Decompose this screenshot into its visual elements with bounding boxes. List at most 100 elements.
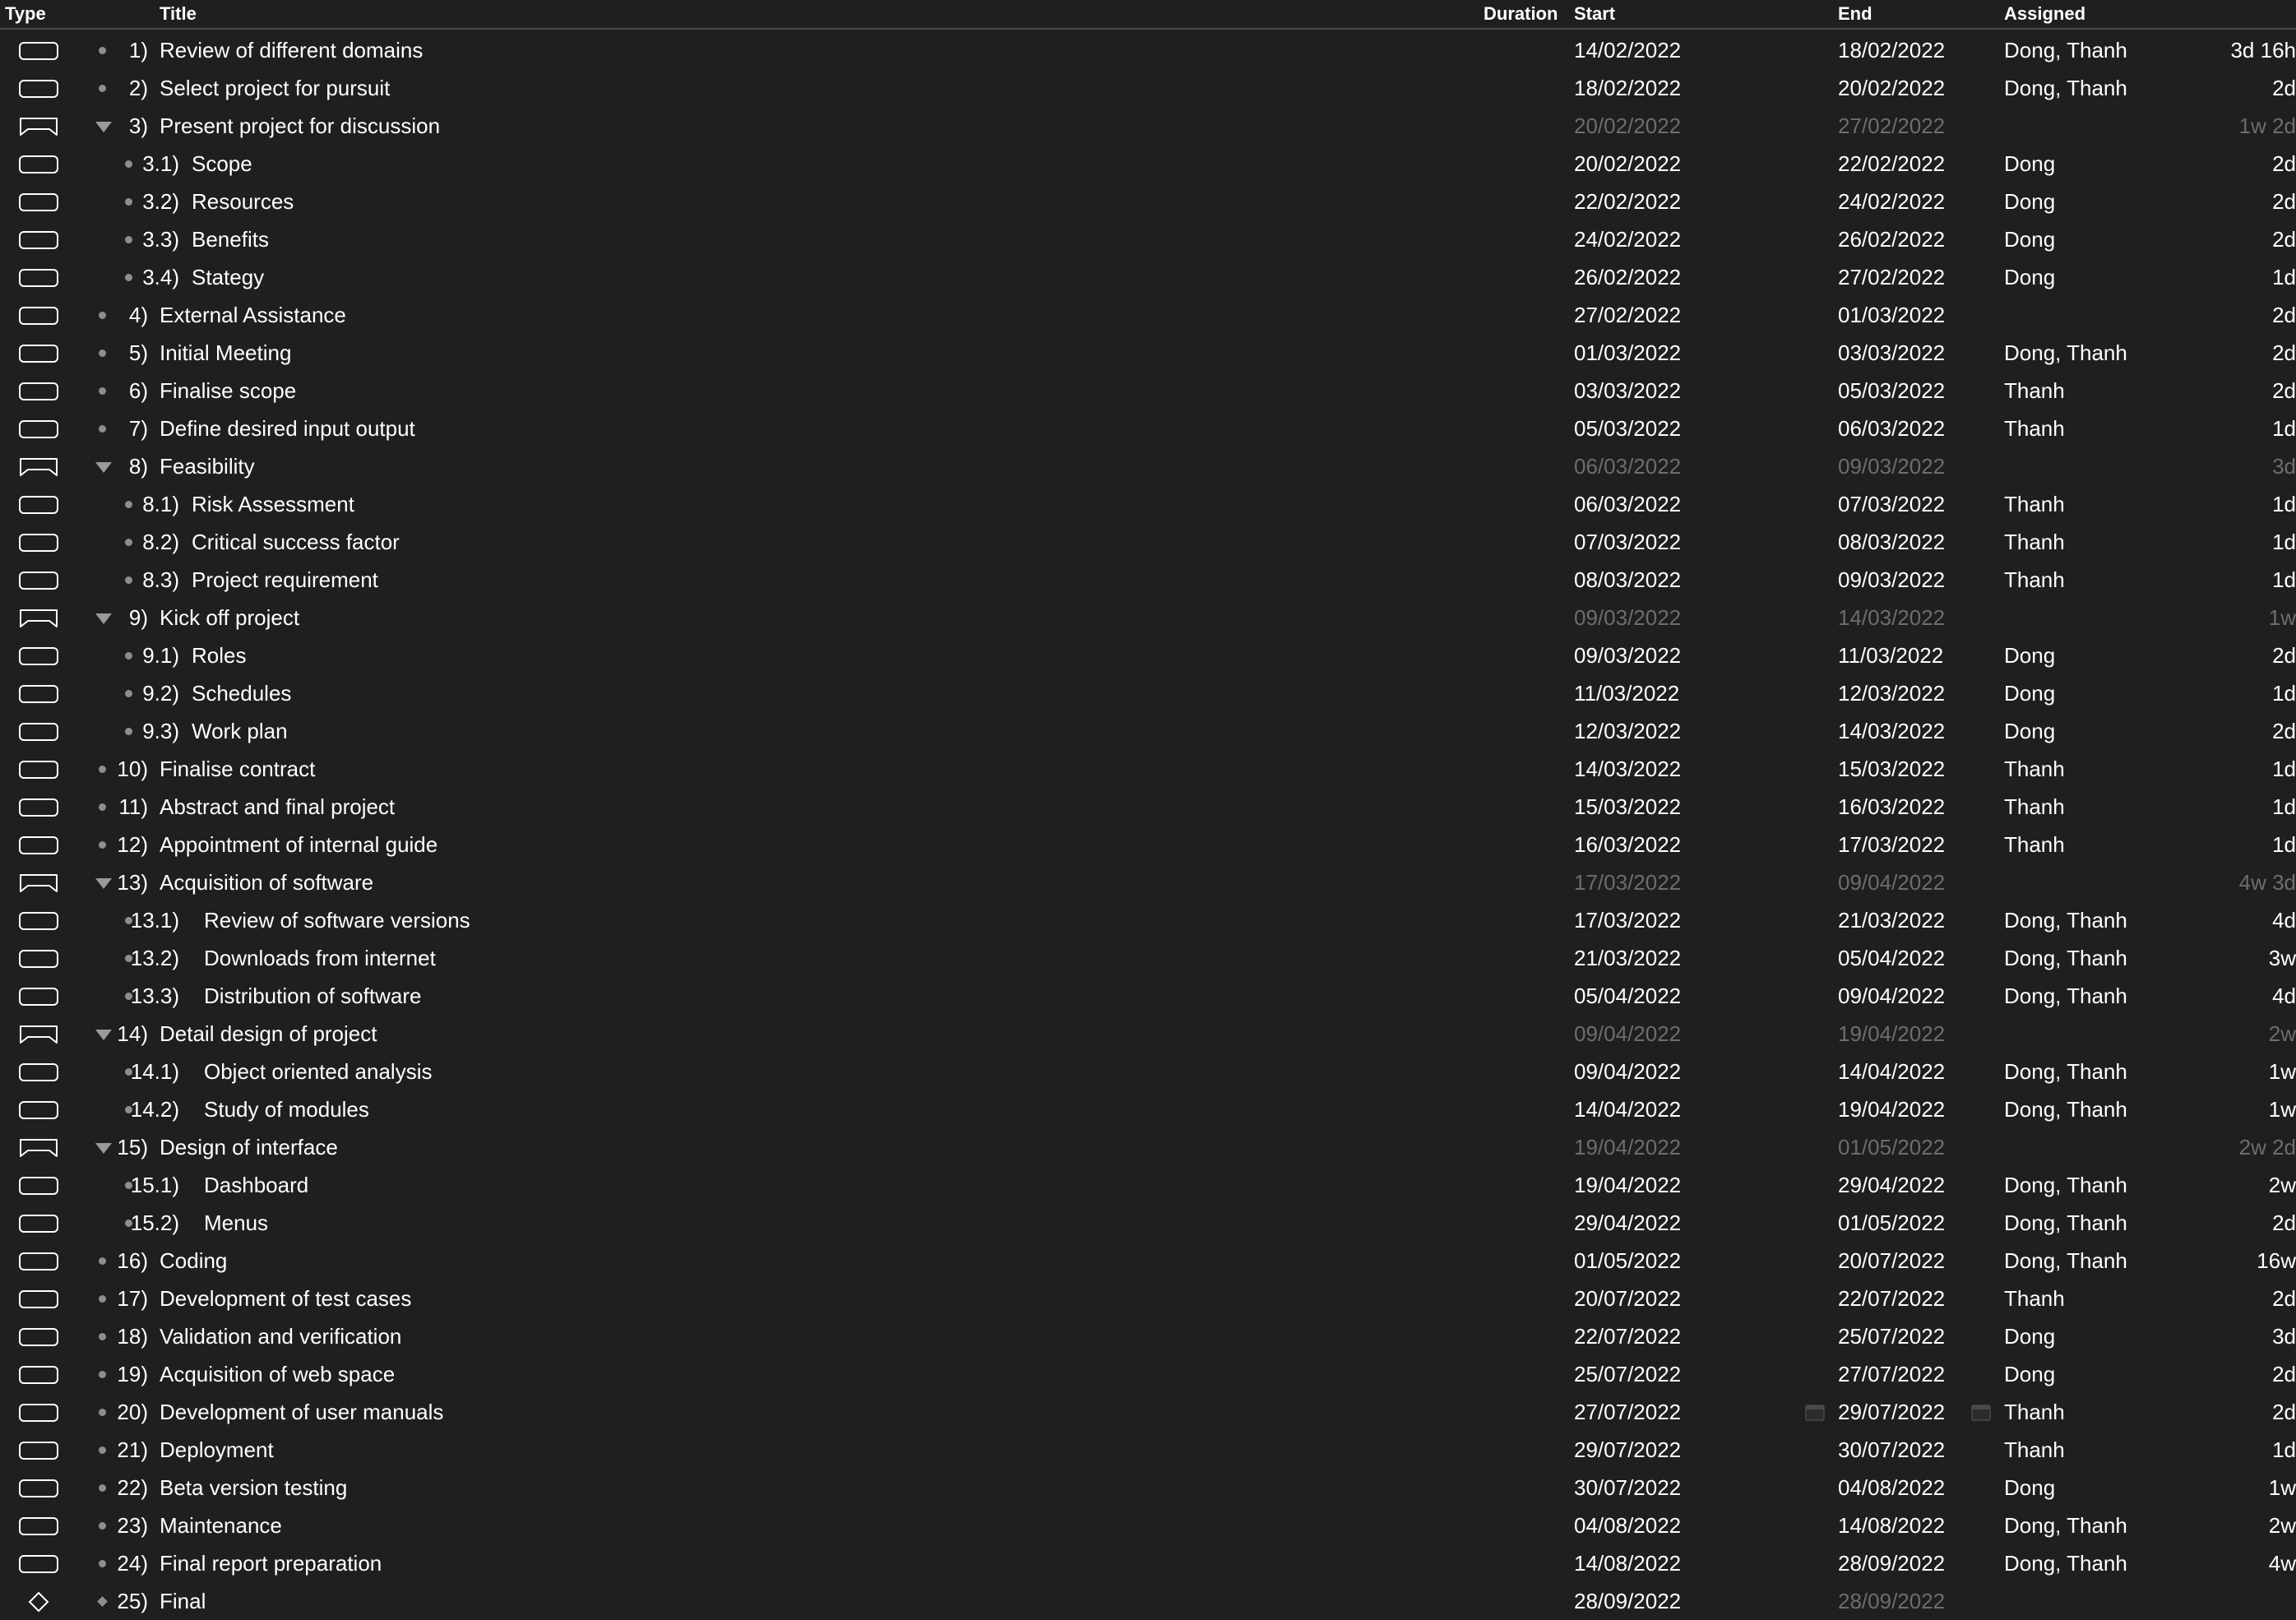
task-title[interactable]: Review of different domains <box>160 38 423 62</box>
task-row[interactable]: 2) Select project for pursuit 2d 18/02/2022… <box>0 69 2296 107</box>
task-title[interactable]: Initial Meeting <box>160 340 291 365</box>
assigned-cell[interactable]: Dong <box>2004 681 2055 706</box>
task-type-icon[interactable] <box>18 1174 59 1197</box>
end-date-cell[interactable]: 16/03/2022 <box>1838 794 1945 819</box>
duration-cell[interactable]: 2w 2d <box>739 1135 2296 1159</box>
disclosure-triangle-icon[interactable] <box>95 118 112 133</box>
task-type-icon[interactable] <box>18 645 59 668</box>
duration-cell[interactable]: 2d <box>739 227 2296 252</box>
start-date-cell[interactable]: 16/03/2022 <box>1574 832 1681 857</box>
disclosure-triangle-icon[interactable] <box>95 459 112 474</box>
task-title[interactable]: External Assistance <box>160 303 346 327</box>
assigned-cell[interactable]: Dong <box>2004 1475 2055 1500</box>
duration-cell[interactable]: 2d <box>739 303 2296 327</box>
task-title[interactable]: Final <box>160 1589 206 1613</box>
start-date-cell[interactable]: 21/03/2022 <box>1574 946 1681 970</box>
task-row[interactable]: 19) Acquisition of web space 2d 25/07/2022 2… <box>0 1355 2296 1393</box>
assigned-cell[interactable]: Dong, Thanh <box>2004 1248 2127 1273</box>
group-type-icon[interactable] <box>18 872 59 895</box>
task-row[interactable]: 12) Appointment of internal guide 1d 16/03/… <box>0 826 2296 863</box>
end-date-cell[interactable]: 06/03/2022 <box>1838 416 1945 441</box>
start-date-cell[interactable]: 27/02/2022 <box>1574 303 1681 327</box>
assigned-cell[interactable]: Dong <box>2004 265 2055 289</box>
assigned-cell[interactable]: Dong <box>2004 1324 2055 1349</box>
task-type-icon[interactable] <box>18 493 59 516</box>
task-title[interactable]: Validation and verification <box>160 1324 401 1349</box>
end-date-cell[interactable]: 14/03/2022 <box>1838 719 1945 743</box>
task-title[interactable]: Object oriented analysis <box>204 1059 432 1084</box>
assigned-cell[interactable]: Dong, Thanh <box>2004 1173 2127 1197</box>
duration-cell[interactable]: 2d <box>739 643 2296 668</box>
task-type-icon[interactable] <box>18 418 59 441</box>
task-type-icon[interactable] <box>18 1401 59 1424</box>
task-type-icon[interactable] <box>18 77 59 100</box>
group-row[interactable]: 3) Present project for discussion 1w 2d 20/… <box>0 107 2296 145</box>
task-title[interactable]: Study of modules <box>204 1097 369 1122</box>
task-row[interactable]: 23) Maintenance 2w 04/08/2022 14/08/2022 Dong… <box>0 1507 2296 1544</box>
assigned-cell[interactable]: Thanh <box>2004 492 2065 516</box>
end-date-cell[interactable]: 18/02/2022 <box>1838 38 1945 62</box>
column-header-duration[interactable]: Duration <box>1484 3 1558 25</box>
task-type-icon[interactable] <box>18 304 59 327</box>
task-title[interactable]: Stategy <box>192 265 264 289</box>
task-row[interactable]: 9.2) Schedules 1d 11/03/2022 12/03/2022 Dong <box>0 674 2296 712</box>
end-date-cell[interactable]: 28/09/2022 <box>1838 1589 1945 1613</box>
duration-cell[interactable]: 3d <box>739 454 2296 479</box>
start-date-cell[interactable]: 20/02/2022 <box>1574 113 1681 138</box>
assigned-cell[interactable]: Dong <box>2004 151 2055 176</box>
duration-cell[interactable]: 4w 3d <box>739 870 2296 895</box>
task-row[interactable]: 16) Coding 16w 01/05/2022 20/07/2022 Dong, Th… <box>0 1242 2296 1280</box>
duration-cell[interactable]: 1d <box>739 681 2296 706</box>
task-row[interactable]: 9.3) Work plan 2d 12/03/2022 14/03/2022 Dong <box>0 712 2296 750</box>
start-date-cell[interactable]: 14/04/2022 <box>1574 1097 1681 1122</box>
task-type-icon[interactable] <box>18 1439 59 1462</box>
task-title[interactable]: Work plan <box>192 719 288 743</box>
start-date-cell[interactable]: 28/09/2022 <box>1574 1589 1681 1613</box>
column-header-title[interactable]: Title <box>160 3 197 25</box>
end-date-cell[interactable]: 19/04/2022 <box>1838 1097 1945 1122</box>
task-title[interactable]: Coding <box>160 1248 227 1273</box>
task-title[interactable]: Project requirement <box>192 567 378 592</box>
assigned-cell[interactable]: Thanh <box>2004 757 2065 781</box>
start-date-cell[interactable]: 12/03/2022 <box>1574 719 1681 743</box>
task-type-icon[interactable] <box>18 191 59 214</box>
task-row[interactable]: 8.2) Critical success factor 1d 07/03/2022 0… <box>0 523 2296 561</box>
group-type-icon[interactable] <box>18 1136 59 1159</box>
start-date-cell[interactable]: 25/07/2022 <box>1574 1362 1681 1386</box>
end-date-cell[interactable]: 04/08/2022 <box>1838 1475 1945 1500</box>
task-row[interactable]: 17) Development of test cases 2d 20/07/2022… <box>0 1280 2296 1317</box>
calendar-picker-icon[interactable] <box>1971 1404 1991 1422</box>
task-type-icon[interactable] <box>18 720 59 743</box>
start-date-cell[interactable]: 05/04/2022 <box>1574 984 1681 1008</box>
task-type-icon[interactable] <box>18 758 59 781</box>
start-date-cell[interactable]: 27/07/2022 <box>1574 1400 1681 1424</box>
end-date-cell[interactable]: 24/02/2022 <box>1838 189 1945 214</box>
task-row[interactable]: 3.2) Resources 2d 22/02/2022 24/02/2022 Dong <box>0 183 2296 220</box>
end-date-cell[interactable]: 29/07/2022 <box>1838 1400 1945 1424</box>
task-type-icon[interactable] <box>18 834 59 857</box>
end-date-cell[interactable]: 09/03/2022 <box>1838 567 1945 592</box>
end-date-cell[interactable]: 22/07/2022 <box>1838 1286 1945 1311</box>
start-date-cell[interactable]: 14/08/2022 <box>1574 1551 1681 1576</box>
start-date-cell[interactable]: 08/03/2022 <box>1574 567 1681 592</box>
task-row[interactable]: 3.1) Scope 2d 20/02/2022 22/02/2022 Dong <box>0 145 2296 183</box>
end-date-cell[interactable]: 27/02/2022 <box>1838 113 1945 138</box>
end-date-cell[interactable]: 20/07/2022 <box>1838 1248 1945 1273</box>
task-title[interactable]: Menus <box>204 1210 268 1235</box>
start-date-cell[interactable]: 06/03/2022 <box>1574 492 1681 516</box>
end-date-cell[interactable]: 01/05/2022 <box>1838 1210 1945 1235</box>
task-type-icon[interactable] <box>18 947 59 970</box>
duration-cell[interactable]: 1w <box>739 605 2296 630</box>
assigned-cell[interactable]: Dong, Thanh <box>2004 1059 2127 1084</box>
task-title[interactable]: Deployment <box>160 1437 274 1462</box>
assigned-cell[interactable]: Dong <box>2004 719 2055 743</box>
end-date-cell[interactable]: 03/03/2022 <box>1838 340 1945 365</box>
group-row[interactable]: 9) Kick off project 1w 09/03/2022 14/03/2022 <box>0 599 2296 636</box>
task-title[interactable]: Risk Assessment <box>192 492 354 516</box>
milestone-row[interactable]: 25) Final 28/09/2022 28/09/2022 <box>0 1582 2296 1620</box>
task-title[interactable]: Downloads from internet <box>204 946 436 970</box>
task-row[interactable]: 5) Initial Meeting 2d 01/03/2022 03/03/2022 D… <box>0 334 2296 372</box>
duration-cell[interactable]: 2d <box>739 719 2296 743</box>
end-date-cell[interactable]: 05/03/2022 <box>1838 378 1945 403</box>
task-row[interactable]: 11) Abstract and final project 1d 15/03/202… <box>0 788 2296 826</box>
